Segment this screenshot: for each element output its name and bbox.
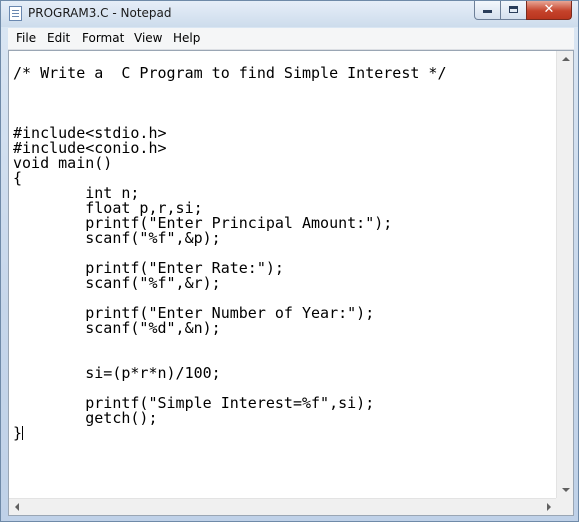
editor: /* Write a C Program to find Simple Inte…: [8, 50, 574, 516]
menu-help[interactable]: Help: [173, 31, 200, 45]
menu-format[interactable]: Format: [82, 31, 124, 45]
notepad-icon[interactable]: [9, 6, 22, 21]
notepad-window: PROGRAM3.C - Notepad ✕ File Edit Format …: [0, 0, 579, 522]
editor-content: /* Write a C Program to find Simple Inte…: [13, 64, 447, 442]
title-bar[interactable]: PROGRAM3.C - Notepad ✕: [1, 1, 578, 27]
window-title: PROGRAM3.C - Notepad: [28, 6, 172, 20]
scroll-right-icon[interactable]: [547, 503, 551, 511]
close-button[interactable]: ✕: [526, 1, 572, 20]
scrollbar-corner: [556, 498, 573, 515]
maximize-icon: [509, 6, 518, 13]
minimize-icon: [483, 10, 492, 13]
vertical-scrollbar[interactable]: [556, 51, 573, 498]
text-caret: [22, 426, 24, 440]
scroll-up-icon[interactable]: [562, 57, 570, 61]
menu-file[interactable]: File: [16, 31, 36, 45]
menu-view[interactable]: View: [134, 31, 162, 45]
minimize-button[interactable]: [474, 1, 501, 20]
scroll-down-icon[interactable]: [562, 488, 570, 492]
horizontal-scrollbar[interactable]: [9, 498, 557, 515]
maximize-button[interactable]: [500, 1, 527, 20]
menu-edit[interactable]: Edit: [47, 31, 70, 45]
menu-bar: File Edit Format View Help: [8, 28, 574, 50]
text-area[interactable]: /* Write a C Program to find Simple Inte…: [9, 51, 557, 498]
close-icon: ✕: [543, 2, 555, 17]
scroll-left-icon[interactable]: [15, 503, 19, 511]
